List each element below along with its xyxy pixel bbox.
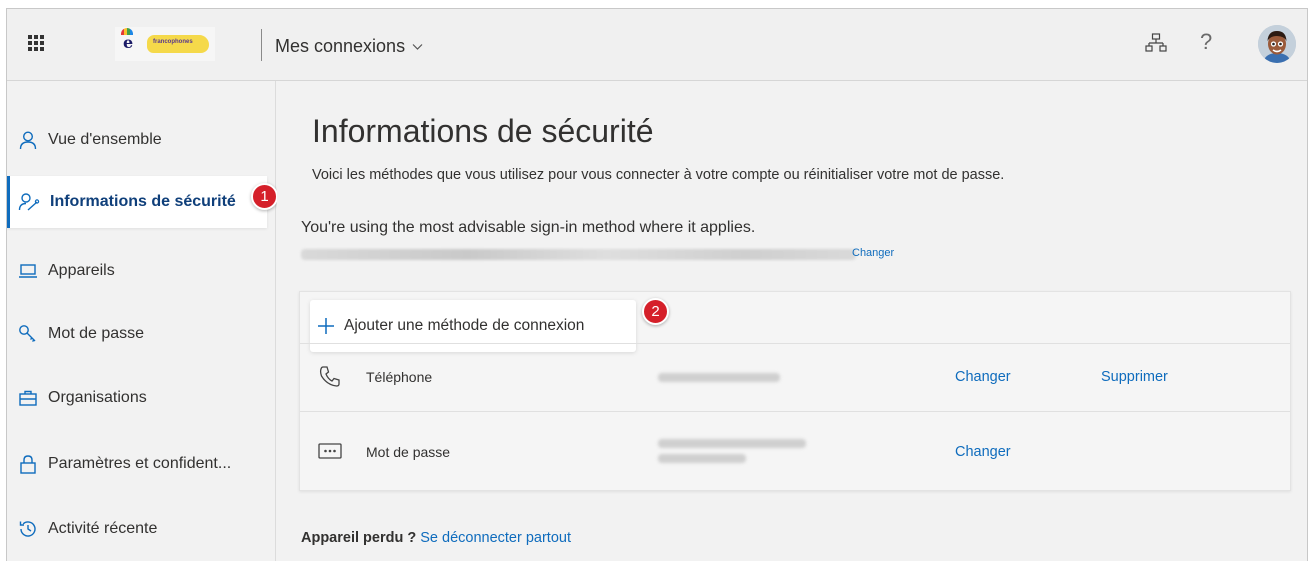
organization-icon[interactable] (1144, 31, 1168, 55)
redacted-default-method (301, 249, 856, 260)
laptop-icon (19, 264, 37, 278)
sidebar-item-password[interactable]: Mot de passe (7, 308, 267, 360)
sidebar: Vue d'ensemble Informations de sécurité … (7, 81, 278, 561)
person-icon (19, 131, 37, 150)
waffle-icon[interactable] (28, 35, 44, 51)
redacted-phone-number (658, 373, 780, 382)
method-row-password: Mot de passe Changer (300, 411, 1290, 491)
briefcase-icon (19, 390, 37, 406)
sign-out-everywhere-link[interactable]: Se déconnecter partout (420, 530, 571, 546)
sidebar-item-security-info[interactable]: Informations de sécurité (7, 176, 267, 228)
method-name: Mot de passe (366, 444, 451, 460)
avatar[interactable] (1258, 25, 1296, 63)
organization-logo: e francophones (115, 27, 215, 61)
sidebar-item-label: Mot de passe (48, 325, 145, 342)
plus-icon (318, 318, 334, 334)
chevron-down-icon (412, 44, 423, 50)
password-icon (318, 443, 342, 459)
lock-icon (20, 455, 36, 474)
lost-device-line: Appareil perdu ? Se déconnecter partout (301, 530, 571, 546)
page-title: Informations de sécurité (312, 113, 654, 149)
method-row-phone: Téléphone Changer Supprimer (300, 343, 1290, 411)
sidebar-item-organizations[interactable]: Organisations (7, 372, 267, 424)
sidebar-item-label: Activité récente (48, 520, 158, 537)
history-icon (19, 521, 36, 537)
sidebar-item-devices[interactable]: Appareils (7, 245, 267, 297)
change-phone-link[interactable]: Changer (955, 369, 1011, 385)
help-icon[interactable]: ? (1200, 29, 1212, 55)
header-divider (261, 29, 262, 61)
sidebar-item-privacy-settings[interactable]: Paramètres et confident... (7, 438, 267, 490)
page-subtitle: Voici les méthodes que vous utilisez pou… (312, 167, 1005, 183)
delete-phone-link[interactable]: Supprimer (1101, 369, 1168, 385)
sidebar-item-label: Vue d'ensemble (48, 131, 162, 148)
sidebar-item-label: Organisations (48, 389, 147, 406)
change-default-method-link[interactable]: Changer (852, 247, 894, 259)
security-info-icon (18, 193, 40, 211)
sidebar-item-label: Appareils (48, 262, 115, 279)
key-icon (19, 325, 36, 342)
phone-icon (319, 366, 340, 387)
sidebar-item-label: Informations de sécurité (50, 193, 236, 210)
lost-device-label: Appareil perdu ? (301, 530, 417, 546)
sidebar-item-recent-activity[interactable]: Activité récente (7, 503, 267, 555)
app-window: e francophones Mes connexions ? Vue d'en… (6, 8, 1308, 561)
redacted-password-info (658, 439, 806, 448)
sidebar-item-overview[interactable]: Vue d'ensemble (7, 114, 267, 166)
change-password-link[interactable]: Changer (955, 444, 1011, 460)
top-bar: e francophones Mes connexions ? (7, 9, 1307, 81)
sign-in-methods-card: Ajouter une méthode de connexion 2 Télép… (299, 291, 1291, 491)
default-method-notice: You're using the most advisable sign-in … (301, 219, 756, 236)
add-method-label: Ajouter une méthode de connexion (344, 317, 585, 334)
app-title: Mes connexions (275, 36, 406, 56)
step-badge-1: 1 (251, 183, 278, 210)
method-name: Téléphone (366, 369, 433, 385)
app-title-menu[interactable]: Mes connexions (275, 36, 424, 57)
redacted-password-date (658, 454, 746, 463)
main-content: Informations de sécurité Voici les métho… (277, 81, 1307, 561)
step-badge-2: 2 (642, 298, 669, 325)
sidebar-item-label: Paramètres et confident... (48, 455, 232, 472)
